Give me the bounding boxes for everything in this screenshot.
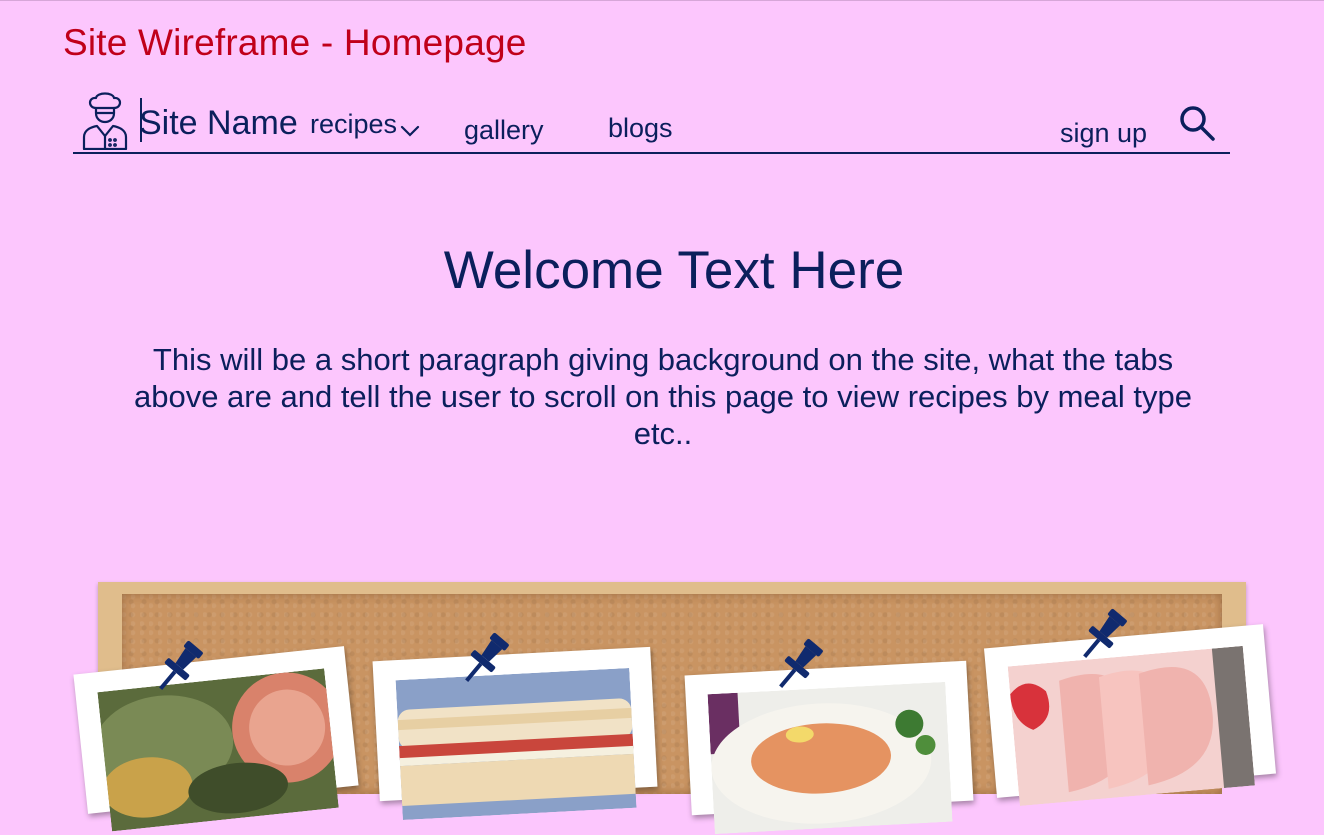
recipe-photo-salad[interactable] bbox=[73, 646, 359, 832]
chef-icon[interactable] bbox=[82, 92, 128, 150]
intro-paragraph: This will be a short paragraph giving ba… bbox=[133, 342, 1193, 451]
nav-item-blogs[interactable]: blogs bbox=[608, 113, 673, 144]
welcome-title: Welcome Text Here bbox=[443, 241, 905, 300]
push-pin-icon bbox=[159, 640, 203, 690]
wireframe-title: Site Wireframe - Homepage bbox=[63, 22, 527, 63]
push-pin-icon bbox=[1083, 608, 1127, 658]
navigation-bar: Site Name recipes gallery blogs sign up bbox=[73, 88, 1230, 154]
sign-up-link[interactable]: sign up bbox=[1060, 118, 1147, 149]
nav-item-recipes[interactable]: recipes bbox=[310, 109, 397, 140]
push-pin-icon bbox=[779, 638, 823, 688]
top-border bbox=[0, 0, 1324, 1]
push-pin-icon bbox=[465, 632, 509, 682]
search-icon[interactable] bbox=[1177, 104, 1217, 144]
nav-item-gallery[interactable]: gallery bbox=[464, 115, 544, 146]
site-name[interactable]: Site Name bbox=[139, 104, 298, 143]
chevron-down-icon[interactable] bbox=[400, 124, 420, 138]
nav-divider bbox=[73, 152, 1230, 154]
